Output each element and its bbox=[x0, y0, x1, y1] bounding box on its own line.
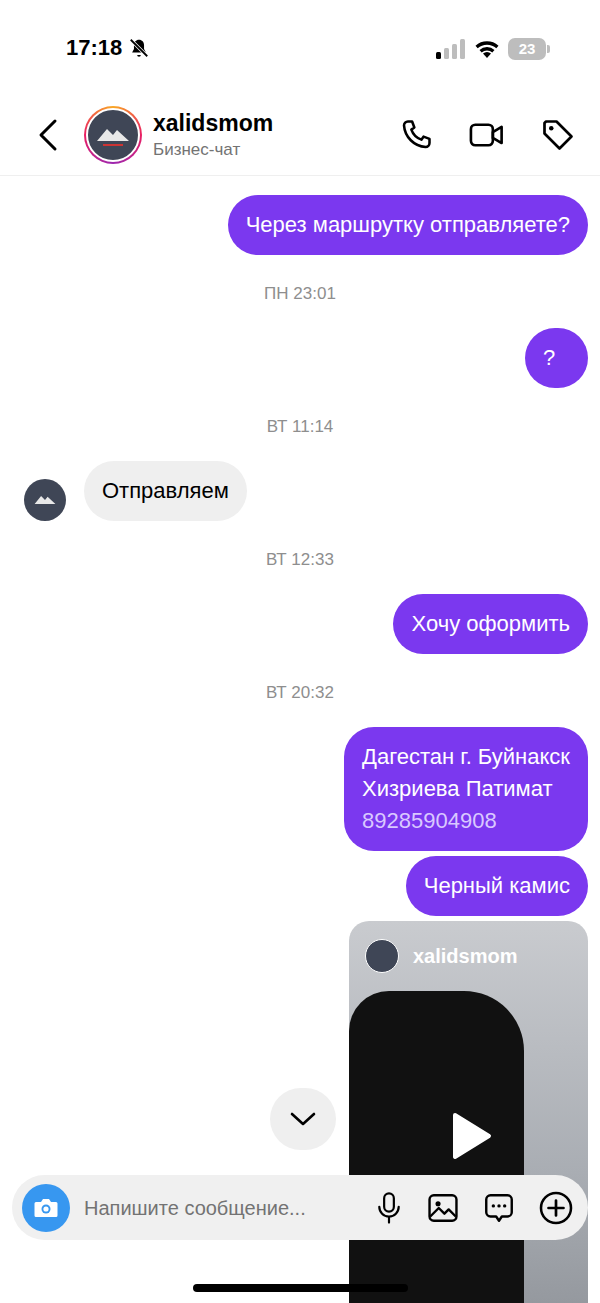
battery-level: 23 bbox=[519, 40, 536, 58]
outgoing-message: ? bbox=[12, 328, 588, 388]
message-bubble[interactable]: Отправляем bbox=[84, 461, 247, 521]
message-timestamp: ПН 23:01 bbox=[12, 283, 588, 305]
gallery-icon[interactable] bbox=[426, 1191, 460, 1225]
wifi-icon bbox=[474, 39, 500, 59]
chat-header: xalidsmomБизнес-чат bbox=[0, 95, 600, 176]
outgoing-message: Хочу оформить bbox=[12, 594, 588, 654]
status-bar: 17:18 23 bbox=[0, 0, 600, 95]
camera-icon bbox=[33, 1197, 59, 1219]
outgoing-message: Дагестан г. БуйнакскХизриева Патимат8928… bbox=[12, 727, 588, 851]
mountain-logo-icon bbox=[93, 115, 133, 155]
incoming-message: Отправляем bbox=[12, 461, 588, 521]
outgoing-message: Черный камис bbox=[12, 856, 588, 916]
message-bubble[interactable]: Через маршрутку отправляете? bbox=[228, 195, 588, 255]
plus-icon[interactable] bbox=[538, 1190, 574, 1226]
chevron-down-icon bbox=[289, 1110, 317, 1128]
microphone-icon[interactable] bbox=[374, 1191, 404, 1225]
message-input[interactable]: Напишите сообщение... bbox=[84, 1195, 360, 1221]
phone-icon[interactable] bbox=[398, 117, 434, 153]
chat-screen: 17:1823xalidsmomБизнес-чатЧерез маршрутк… bbox=[0, 0, 600, 1303]
sender-avatar[interactable] bbox=[24, 479, 66, 521]
status-time: 17:18 bbox=[66, 34, 122, 62]
profile-avatar[interactable] bbox=[84, 106, 142, 164]
message-bubble[interactable]: Хочу оформить bbox=[393, 594, 588, 654]
sticker-message-icon[interactable] bbox=[482, 1191, 516, 1225]
chat-subtitle: Бизнес-чат bbox=[153, 139, 398, 161]
message-timestamp: ВТ 20:32 bbox=[12, 682, 588, 704]
message-timestamp: ВТ 11:14 bbox=[12, 416, 588, 438]
home-indicator bbox=[193, 1284, 408, 1292]
phone-link[interactable]: 89285904908 bbox=[362, 805, 570, 837]
tag-icon[interactable] bbox=[540, 117, 576, 153]
video-account-avatar bbox=[365, 939, 399, 973]
message-bubble[interactable]: ? bbox=[525, 328, 588, 388]
play-icon[interactable] bbox=[449, 1111, 493, 1161]
signal-icon bbox=[436, 39, 466, 59]
message-bubble[interactable]: Дагестан г. БуйнакскХизриева Патимат8928… bbox=[344, 727, 588, 851]
message-timestamp: ВТ 12:33 bbox=[12, 549, 588, 571]
message-composer: Напишите сообщение... bbox=[12, 1175, 588, 1240]
back-chevron-icon[interactable] bbox=[38, 118, 58, 152]
video-frame bbox=[349, 991, 524, 1303]
scroll-down-button[interactable] bbox=[270, 1088, 336, 1150]
message-bubble[interactable]: Черный камис bbox=[406, 856, 588, 916]
mountain-logo-icon bbox=[32, 487, 58, 513]
video-call-icon[interactable] bbox=[468, 117, 506, 153]
shared-video-card[interactable]: xalidsmom bbox=[349, 921, 588, 1303]
camera-button[interactable] bbox=[22, 1184, 70, 1232]
outgoing-message: Через маршрутку отправляете? bbox=[12, 195, 588, 255]
video-account-name[interactable]: xalidsmom bbox=[413, 943, 517, 969]
chat-name[interactable]: xalidsmom bbox=[153, 109, 398, 137]
battery-icon: 23 bbox=[508, 38, 550, 60]
bell-slash-icon bbox=[128, 37, 150, 59]
